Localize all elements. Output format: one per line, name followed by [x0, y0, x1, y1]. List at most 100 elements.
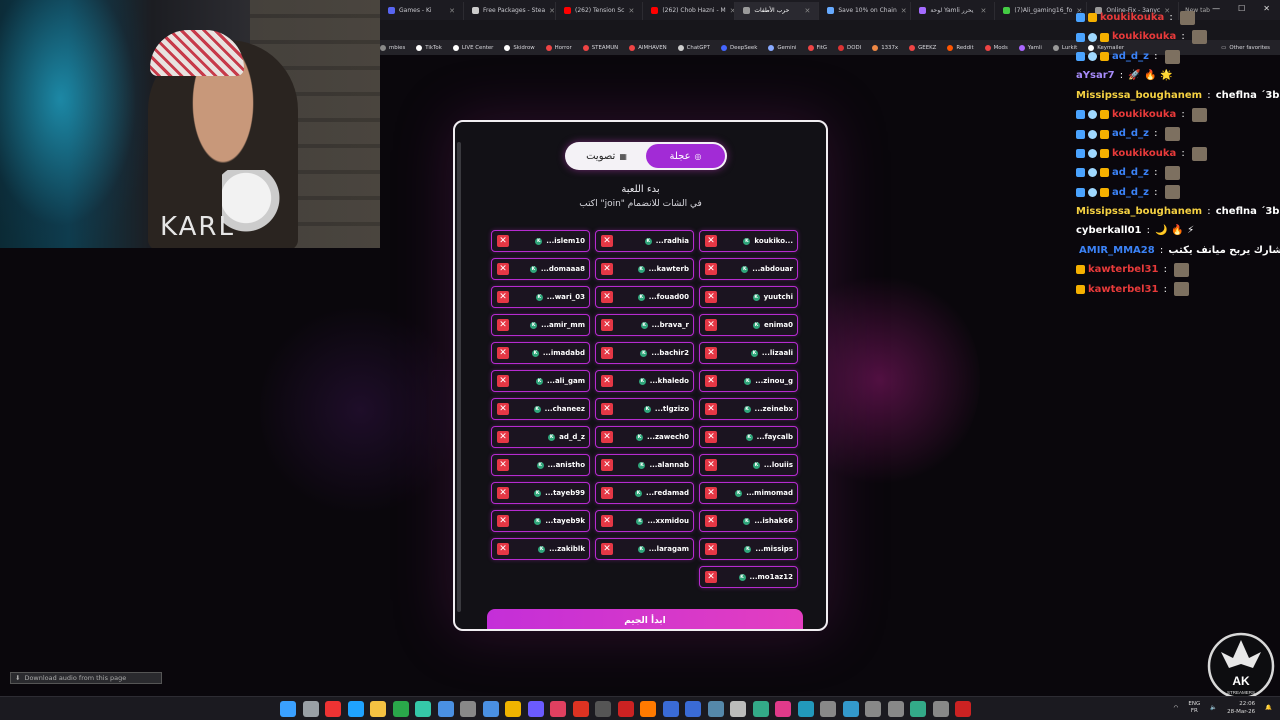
remove-player-icon[interactable]: ✕: [497, 347, 509, 359]
bookmark-item[interactable]: FitG: [807, 44, 827, 51]
toggle-wheel[interactable]: عجلة ◎: [646, 144, 725, 168]
browser-tab[interactable]: (262) Chob Hazni - M ✕: [643, 1, 736, 20]
chat-username[interactable]: ad_d_z: [1112, 47, 1149, 66]
browser-tab[interactable]: Games - Ki ✕: [380, 1, 464, 20]
remove-player-icon[interactable]: ✕: [497, 487, 509, 499]
browser-tab[interactable]: Free Packages - Stea ✕: [464, 1, 556, 20]
tab-close-icon[interactable]: ✕: [901, 7, 907, 15]
taskbar-app-icon[interactable]: [347, 701, 364, 717]
remove-player-icon[interactable]: ✕: [705, 235, 717, 247]
taskbar-app-icon[interactable]: [595, 701, 611, 717]
chat-username[interactable]: koukikouka: [1112, 27, 1176, 46]
remove-player-icon[interactable]: ✕: [601, 375, 613, 387]
taskbar-app-icon[interactable]: [617, 701, 634, 717]
remove-player-icon[interactable]: ✕: [705, 515, 717, 527]
tab-close-icon[interactable]: ✕: [980, 7, 986, 15]
browser-tab[interactable]: لوحة Yamli يحرر ✕: [911, 1, 996, 20]
bookmark-item[interactable]: 1337x: [872, 44, 898, 51]
taskbar-app-icon[interactable]: [842, 701, 859, 717]
bookmark-item[interactable]: AIMHAVEN: [629, 44, 667, 51]
chat-username[interactable]: kawterbel31: [1088, 260, 1158, 279]
remove-player-icon[interactable]: ✕: [497, 235, 509, 247]
taskbar-app-icon[interactable]: [415, 701, 431, 717]
bookmark-item[interactable]: GEEKZ: [909, 44, 936, 51]
download-audio-bar[interactable]: ⬇ Download audio from this page: [10, 672, 162, 684]
bookmark-item[interactable]: Skidrow: [504, 44, 535, 51]
chat-username[interactable]: ad_d_z: [1112, 124, 1149, 143]
bookmark-item[interactable]: STEAMUN: [582, 44, 618, 51]
taskbar-app-icon[interactable]: [865, 701, 881, 717]
remove-player-icon[interactable]: ✕: [601, 459, 613, 471]
bookmark-item[interactable]: Horror: [545, 44, 572, 51]
taskbar-app-icon[interactable]: [527, 701, 544, 717]
chat-username[interactable]: Missipssa_boughanem: [1076, 202, 1202, 221]
taskbar-app-icon[interactable]: [820, 701, 836, 717]
taskbar-app-icon[interactable]: [325, 701, 341, 717]
chat-username[interactable]: AMIR_MMA28: [1079, 241, 1155, 260]
bookmark-item[interactable]: DeepSeek: [720, 44, 757, 51]
taskbar-app-icon[interactable]: [302, 701, 319, 717]
remove-player-icon[interactable]: ✕: [601, 319, 613, 331]
remove-player-icon[interactable]: ✕: [497, 319, 509, 331]
remove-player-icon[interactable]: ✕: [497, 375, 509, 387]
taskbar-app-icon[interactable]: [550, 701, 566, 717]
remove-player-icon[interactable]: ✕: [601, 291, 613, 303]
remove-player-icon[interactable]: ✕: [705, 459, 717, 471]
language-indicator[interactable]: ENG FR: [1188, 701, 1200, 715]
remove-player-icon[interactable]: ✕: [601, 263, 613, 275]
bookmark-item[interactable]: DODI: [838, 44, 861, 51]
remove-player-icon[interactable]: ✕: [705, 403, 717, 415]
taskbar-app-icon[interactable]: [370, 701, 386, 717]
remove-player-icon[interactable]: ✕: [497, 543, 509, 555]
toggle-vote[interactable]: تصويت ▦: [567, 144, 646, 168]
remove-player-icon[interactable]: ✕: [705, 375, 717, 387]
taskbar-app-icon[interactable]: [437, 701, 454, 717]
taskbar-app-icon[interactable]: [460, 701, 476, 717]
taskbar-app-icon[interactable]: [640, 701, 656, 717]
remove-player-icon[interactable]: ✕: [497, 263, 509, 275]
chat-username[interactable]: ad_d_z: [1112, 163, 1149, 182]
remove-player-icon[interactable]: ✕: [601, 235, 613, 247]
bookmark-item[interactable]: Reddit: [947, 44, 974, 51]
remove-player-icon[interactable]: ✕: [497, 459, 509, 471]
taskbar-app-icon[interactable]: [685, 701, 701, 717]
bookmark-item[interactable]: Lurkit: [1052, 44, 1077, 51]
chat-username[interactable]: Missipssa_boughanem: [1076, 86, 1202, 105]
chat-username[interactable]: aYsar7: [1076, 66, 1115, 85]
modal-scrollbar[interactable]: [457, 142, 461, 612]
browser-tab[interactable]: حرب الأطفات ✕: [735, 1, 820, 20]
chat-username[interactable]: kawterbel31: [1088, 280, 1158, 299]
remove-player-icon[interactable]: ✕: [601, 487, 613, 499]
taskbar-app-icon[interactable]: [775, 701, 791, 717]
taskbar-app-icon[interactable]: [482, 701, 499, 717]
chat-username[interactable]: cyberkall01: [1076, 221, 1142, 240]
taskbar-app-icon[interactable]: [752, 701, 769, 717]
browser-tab[interactable]: (262) Tension Sc ✕: [556, 1, 644, 20]
remove-player-icon[interactable]: ✕: [705, 263, 717, 275]
remove-player-icon[interactable]: ✕: [601, 515, 613, 527]
browser-tab[interactable]: Save 10% on Chain ✕: [819, 1, 912, 20]
taskbar-app-icon[interactable]: [662, 701, 679, 717]
remove-player-icon[interactable]: ✕: [705, 571, 717, 583]
remove-player-icon[interactable]: ✕: [497, 291, 509, 303]
remove-player-icon[interactable]: ✕: [705, 319, 717, 331]
start-game-button[interactable]: ابدأ الجيم: [487, 609, 803, 629]
bookmark-item[interactable]: TikTok: [416, 44, 442, 51]
remove-player-icon[interactable]: ✕: [497, 515, 509, 527]
remove-player-icon[interactable]: ✕: [705, 291, 717, 303]
chat-username[interactable]: koukikouka: [1100, 8, 1164, 27]
taskbar-app-icon[interactable]: [910, 701, 926, 717]
tab-close-icon[interactable]: ✕: [628, 7, 634, 15]
bookmark-item[interactable]: LIVE Center: [452, 44, 493, 51]
remove-player-icon[interactable]: ✕: [601, 403, 613, 415]
bookmark-item[interactable]: Yamli: [1018, 44, 1042, 51]
remove-player-icon[interactable]: ✕: [705, 431, 717, 443]
taskbar-app-icon[interactable]: [572, 701, 589, 717]
bookmark-item[interactable]: ChatGPT: [677, 44, 710, 51]
bookmark-item[interactable]: Mods: [984, 44, 1008, 51]
taskbar-app-icon[interactable]: [797, 701, 814, 717]
remove-player-icon[interactable]: ✕: [601, 431, 613, 443]
taskbar-app-icon[interactable]: [932, 701, 949, 717]
chat-username[interactable]: koukikouka: [1112, 105, 1176, 124]
browser-tab[interactable]: (7)Ali_gaming16_fo ✕: [995, 1, 1088, 20]
